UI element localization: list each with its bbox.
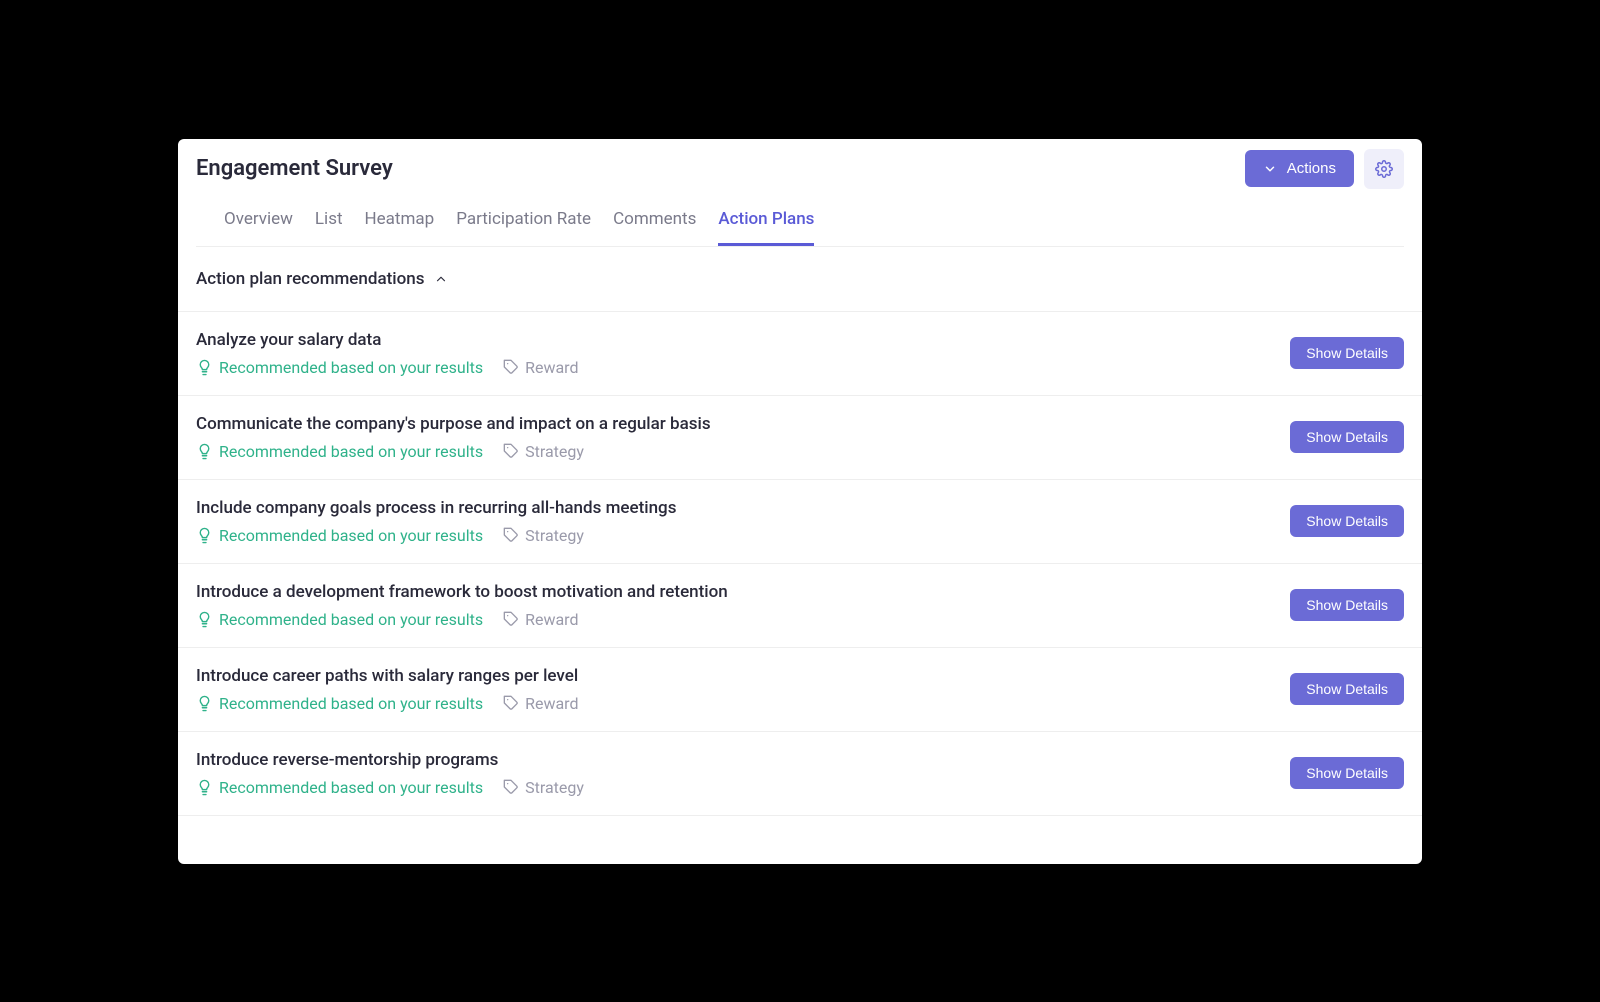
recommendation-reason-text: Recommended based on your results: [219, 778, 483, 797]
recommendation-item: Introduce a development framework to boo…: [178, 564, 1422, 648]
recommendation-meta: Recommended based on your results Reward: [196, 610, 728, 629]
tag-icon: [503, 695, 519, 711]
recommendation-category: Strategy: [503, 442, 584, 461]
gear-icon: [1375, 160, 1393, 178]
page-title: Engagement Survey: [196, 156, 393, 181]
recommendation-reason: Recommended based on your results: [196, 778, 483, 797]
recommendation-item: Communicate the company's purpose and im…: [178, 396, 1422, 480]
lightbulb-icon: [196, 779, 213, 796]
recommendation-meta: Recommended based on your results Strateg…: [196, 526, 676, 545]
header-actions: Actions: [1245, 149, 1404, 189]
recommendation-reason-text: Recommended based on your results: [219, 442, 483, 461]
app-window: Engagement Survey Actions O: [178, 139, 1422, 864]
tag-icon: [503, 527, 519, 543]
recommendation-content: Introduce reverse-mentorship programs Rec…: [196, 750, 584, 797]
recommendation-reason: Recommended based on your results: [196, 526, 483, 545]
recommendation-content: Include company goals process in recurri…: [196, 498, 676, 545]
tag-icon: [503, 359, 519, 375]
recommendation-category: Reward: [503, 694, 578, 713]
recommendation-title: Introduce career paths with salary range…: [196, 666, 578, 686]
tab-action-plans[interactable]: Action Plans: [718, 209, 814, 246]
tag-icon: [503, 779, 519, 795]
section-header[interactable]: Action plan recommendations: [178, 247, 1422, 312]
header: Engagement Survey Actions: [178, 139, 1422, 189]
tabs-row: Overview List Heatmap Participation Rate Com…: [196, 189, 1404, 247]
chevron-up-icon: [434, 272, 448, 286]
recommendation-category: Reward: [503, 358, 578, 377]
recommendation-content: Analyze your salary data Recommended base…: [196, 330, 578, 377]
recommendation-title: Analyze your salary data: [196, 330, 578, 350]
actions-button-label: Actions: [1287, 160, 1336, 177]
recommendation-reason-text: Recommended based on your results: [219, 526, 483, 545]
recommendation-category-text: Reward: [525, 358, 578, 377]
show-details-button[interactable]: Show Details: [1290, 757, 1404, 789]
recommendation-item: Introduce reverse-mentorship programs Rec…: [178, 732, 1422, 816]
recommendation-category-text: Strategy: [525, 778, 584, 797]
actions-button[interactable]: Actions: [1245, 150, 1354, 187]
recommendation-item: Include company goals process in recurri…: [178, 480, 1422, 564]
recommendation-meta: Recommended based on your results Strateg…: [196, 442, 711, 461]
recommendation-content: Introduce career paths with salary range…: [196, 666, 578, 713]
recommendation-reason-text: Recommended based on your results: [219, 610, 483, 629]
recommendation-reason: Recommended based on your results: [196, 694, 483, 713]
recommendation-category: Strategy: [503, 778, 584, 797]
recommendation-title: Include company goals process in recurri…: [196, 498, 676, 518]
show-details-button[interactable]: Show Details: [1290, 421, 1404, 453]
lightbulb-icon: [196, 527, 213, 544]
recommendation-content: Communicate the company's purpose and im…: [196, 414, 711, 461]
recommendation-category-text: Strategy: [525, 526, 584, 545]
recommendation-meta: Recommended based on your results Strateg…: [196, 778, 584, 797]
show-details-button[interactable]: Show Details: [1290, 589, 1404, 621]
recommendation-meta: Recommended based on your results Reward: [196, 358, 578, 377]
tab-overview[interactable]: Overview: [224, 209, 293, 246]
recommendation-reason-text: Recommended based on your results: [219, 358, 483, 377]
tab-participation-rate[interactable]: Participation Rate: [456, 209, 591, 246]
settings-button[interactable]: [1364, 149, 1404, 189]
recommendation-reason: Recommended based on your results: [196, 442, 483, 461]
tab-heatmap[interactable]: Heatmap: [365, 209, 435, 246]
tab-comments[interactable]: Comments: [613, 209, 696, 246]
show-details-button[interactable]: Show Details: [1290, 673, 1404, 705]
recommendation-title: Communicate the company's purpose and im…: [196, 414, 711, 434]
section-title: Action plan recommendations: [196, 269, 424, 289]
recommendation-reason-text: Recommended based on your results: [219, 694, 483, 713]
recommendation-meta: Recommended based on your results Reward: [196, 694, 578, 713]
recommendation-content: Introduce a development framework to boo…: [196, 582, 728, 629]
recommendation-category-text: Strategy: [525, 442, 584, 461]
recommendation-item: Analyze your salary data Recommended base…: [178, 312, 1422, 396]
recommendation-category-text: Reward: [525, 610, 578, 629]
recommendation-category: Reward: [503, 610, 578, 629]
chevron-down-icon: [1263, 162, 1277, 176]
show-details-button[interactable]: Show Details: [1290, 505, 1404, 537]
recommendation-title: Introduce reverse-mentorship programs: [196, 750, 584, 770]
lightbulb-icon: [196, 443, 213, 460]
tab-list[interactable]: List: [315, 209, 343, 246]
lightbulb-icon: [196, 611, 213, 628]
tag-icon: [503, 611, 519, 627]
lightbulb-icon: [196, 359, 213, 376]
recommendation-reason: Recommended based on your results: [196, 358, 483, 377]
recommendation-category-text: Reward: [525, 694, 578, 713]
recommendation-item: Introduce career paths with salary range…: [178, 648, 1422, 732]
show-details-button[interactable]: Show Details: [1290, 337, 1404, 369]
recommendations-list: Analyze your salary data Recommended base…: [178, 312, 1422, 816]
recommendation-title: Introduce a development framework to boo…: [196, 582, 728, 602]
tag-icon: [503, 443, 519, 459]
lightbulb-icon: [196, 695, 213, 712]
recommendation-reason: Recommended based on your results: [196, 610, 483, 629]
recommendation-category: Strategy: [503, 526, 584, 545]
